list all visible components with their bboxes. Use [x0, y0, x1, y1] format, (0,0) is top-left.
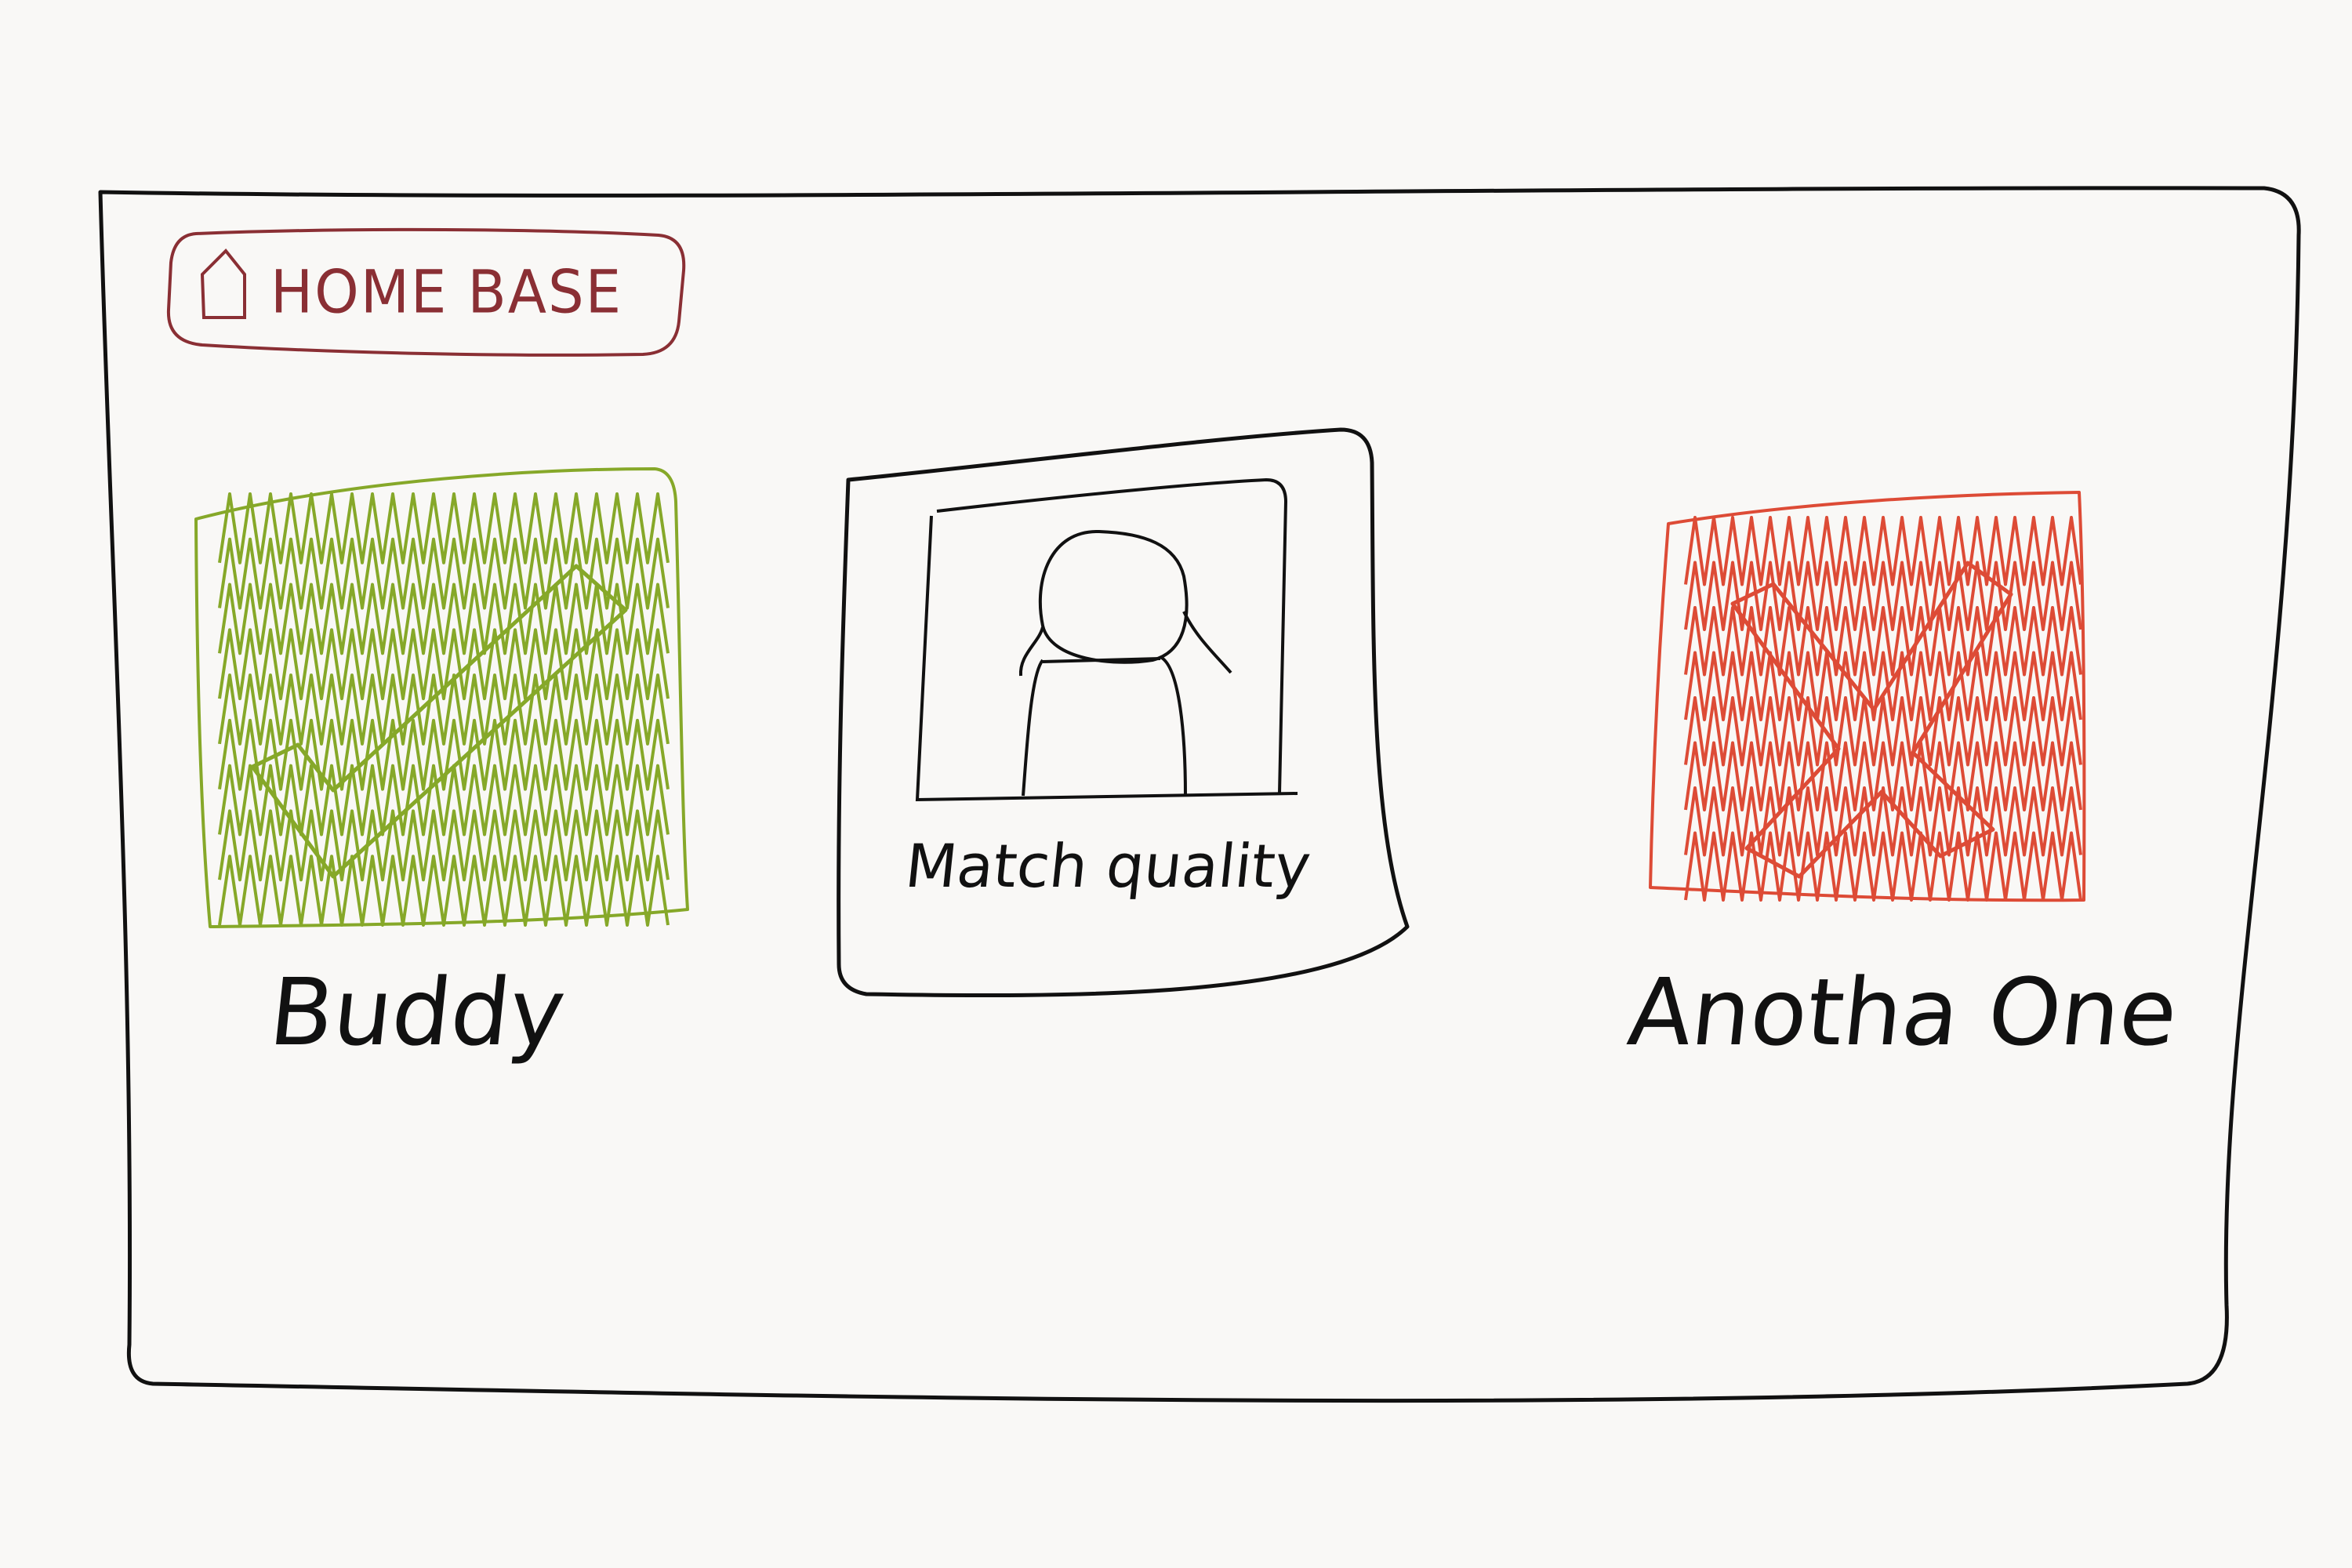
screen: HOME BASE Buddy Match quality Anotha One: [0, 0, 2352, 1568]
reject-button-label: Anotha One: [1623, 958, 2183, 1066]
reject-button[interactable]: [1648, 491, 2087, 903]
home-button[interactable]: [166, 227, 688, 359]
approve-button-label: Buddy: [264, 958, 571, 1066]
approve-button[interactable]: [194, 467, 690, 930]
profile-card[interactable]: [837, 428, 1410, 999]
